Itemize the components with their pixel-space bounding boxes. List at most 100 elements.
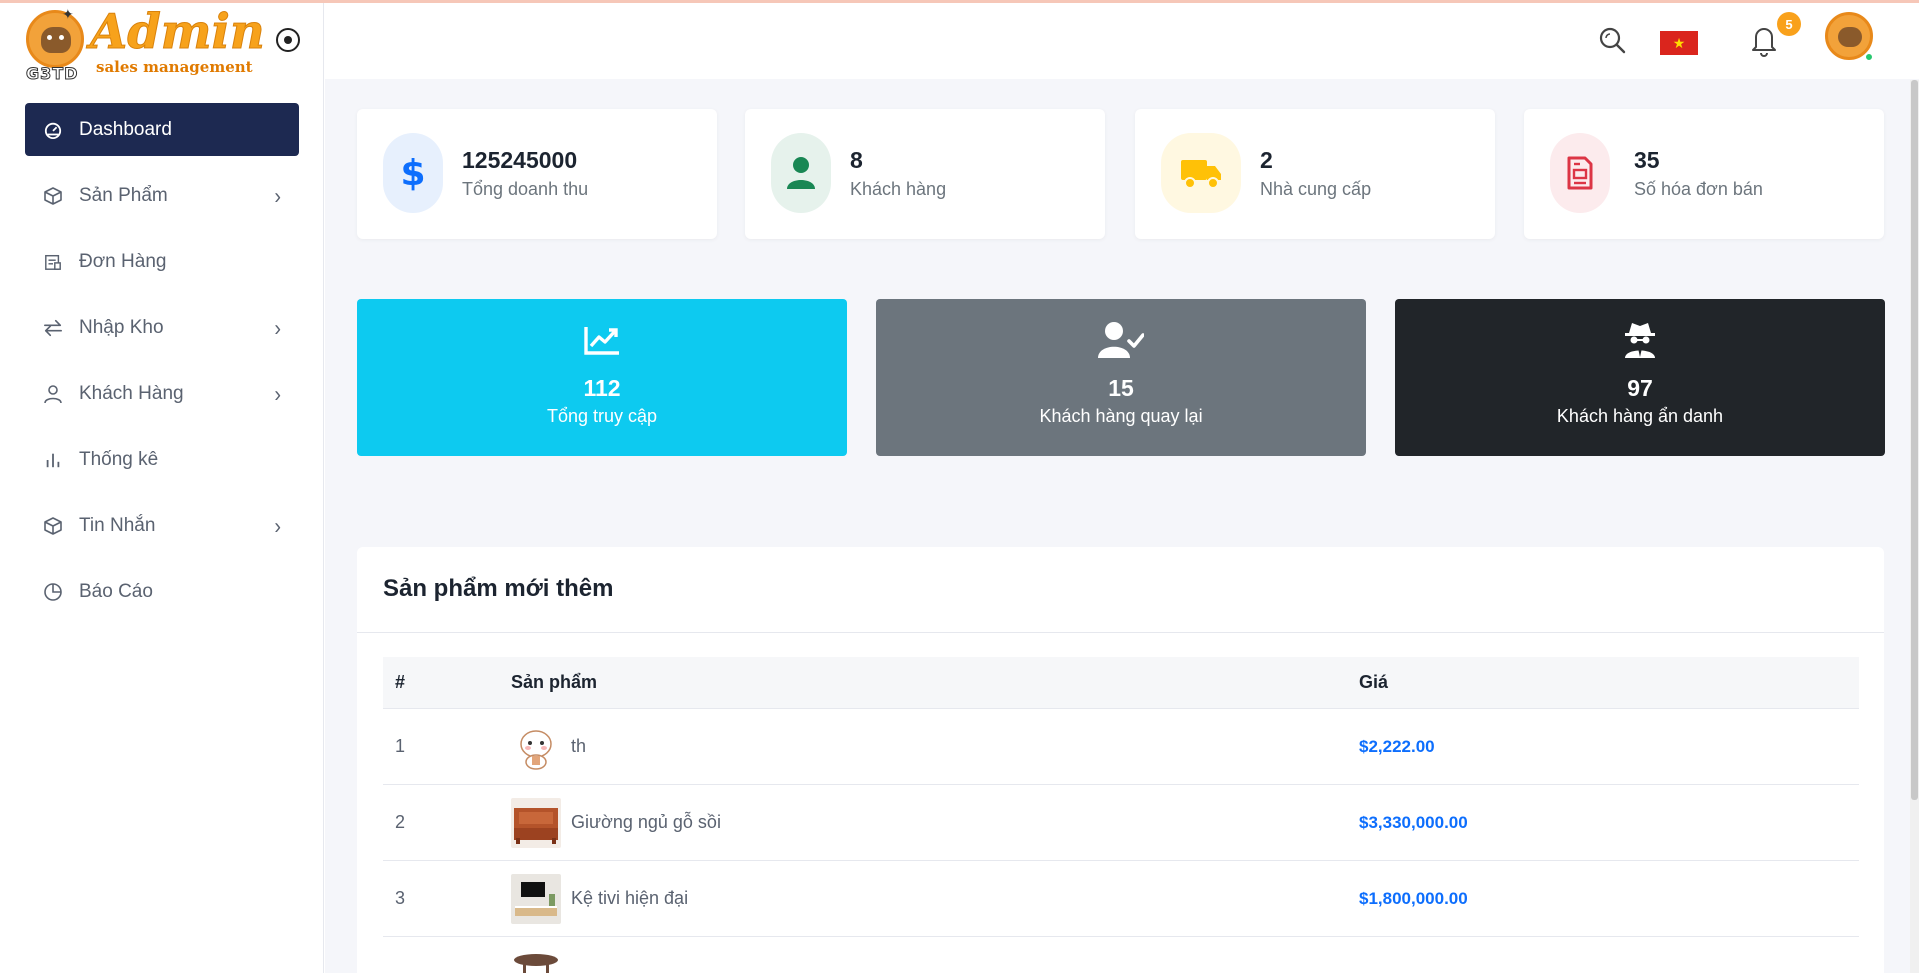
stat-value: 35 <box>1634 147 1660 173</box>
top-header: ★ 5 <box>325 3 1919 79</box>
sidebar-toggle-button[interactable] <box>276 28 300 52</box>
product-price: $3,330,000.00 <box>1359 812 1468 832</box>
sidebar-item-reports[interactable]: Báo Cáo <box>25 565 299 618</box>
stat-value: 8 <box>850 147 863 173</box>
row-number: 3 <box>395 888 406 908</box>
search-icon[interactable] <box>1597 25 1627 55</box>
invoice-icon <box>1550 133 1610 213</box>
stat-card-customers: 8 Khách hàng <box>745 109 1105 239</box>
sidebar-item-label: Báo Cáo <box>79 580 153 602</box>
table-row[interactable]: 1 th $2,222.00 <box>383 709 1859 785</box>
user-secret-icon <box>1395 321 1885 359</box>
brand-title: Admin <box>90 4 266 60</box>
transfer-icon <box>43 318 63 338</box>
row-number: 2 <box>395 812 406 832</box>
highlight-value: 15 <box>1108 375 1134 401</box>
row-number: 1 <box>395 736 406 756</box>
receipt-icon <box>43 252 63 272</box>
products-table: # Sản phẩm Giá 1 th $2,222.00 2 Giường n… <box>383 657 1859 973</box>
bell-icon[interactable] <box>1749 23 1779 57</box>
brand-badge-text: G3TD <box>25 64 79 84</box>
stat-value: 125245000 <box>462 147 578 173</box>
sidebar-item-label: Đơn Hàng <box>79 250 167 272</box>
stat-value: 2 <box>1260 147 1273 173</box>
pie-clock-icon <box>43 582 63 602</box>
column-header-product: Sản phẩm <box>511 672 598 692</box>
chevron-right-icon: › <box>274 382 281 408</box>
highlight-label: Tổng truy cập <box>546 406 658 426</box>
bar-chart-icon <box>43 450 63 470</box>
cat-sticker-thumb <box>511 721 561 772</box>
svg-text:$: $ <box>402 153 424 193</box>
user-icon <box>43 384 63 404</box>
divider <box>357 632 1884 633</box>
stat-card-suppliers: 2 Nhà cung cấp <box>1135 109 1495 239</box>
product-name: Kệ tivi hiện đại <box>571 888 689 908</box>
column-header-price: Giá <box>1359 672 1389 692</box>
table-row[interactable]: 2 Giường ngủ gỗ sồi $3,330,000.00 <box>383 785 1859 861</box>
box-icon <box>43 516 63 536</box>
sidebar-item-label: Sản Phẩm <box>79 184 168 206</box>
capybara-mascot-icon <box>26 10 84 68</box>
sidebar-item-label: Thống kê <box>79 448 159 470</box>
table-header: # Sản phẩm Giá <box>383 657 1859 709</box>
stat-card-revenue: $ 125245000 Tổng doanh thu <box>357 109 717 239</box>
highlight-card-visits: 112 Tổng truy cập <box>357 299 847 456</box>
page-scrollbar[interactable] <box>1910 80 1919 973</box>
sidebar-item-label: Tin Nhắn <box>79 514 156 536</box>
sidebar-item-messages[interactable]: Tin Nhắn › <box>25 499 299 552</box>
stat-label: Tổng doanh thu <box>462 179 589 199</box>
sidebar-item-customers[interactable]: Khách Hàng › <box>25 367 299 420</box>
highlight-value: 112 <box>583 375 621 401</box>
stat-label: Số hóa đơn bán <box>1634 179 1763 199</box>
bed-thumb <box>511 797 561 848</box>
highlight-card-anonymous: 97 Khách hàng ẩn danh <box>1395 299 1885 456</box>
vietnam-flag-icon[interactable]: ★ <box>1660 31 1698 55</box>
new-products-panel: Sản phẩm mới thêm # Sản phẩm Giá 1 th $2… <box>357 547 1884 973</box>
stat-label: Khách hàng <box>850 179 947 199</box>
sidebar-item-products[interactable]: Sản Phẩm › <box>25 169 299 222</box>
scrollbar-thumb[interactable] <box>1911 80 1918 800</box>
product-name: th <box>571 736 587 756</box>
product-name: Giường ngủ gỗ sồi <box>571 812 721 832</box>
chevron-right-icon: › <box>274 184 281 210</box>
tv-stand-thumb <box>511 873 561 924</box>
sidebar-item-label: Khách Hàng <box>79 382 184 404</box>
truck-icon <box>1161 133 1241 213</box>
column-header-number: # <box>395 672 406 692</box>
product-price: $1,800,000.00 <box>1359 888 1468 908</box>
highlight-card-returning: 15 Khách hàng quay lại <box>876 299 1366 456</box>
highlight-label: Khách hàng ẩn danh <box>1556 406 1724 426</box>
top-accent-bar <box>0 0 1919 3</box>
dashboard-icon <box>43 120 63 140</box>
sidebar-item-orders[interactable]: Đơn Hàng <box>25 235 299 288</box>
person-icon <box>771 133 831 213</box>
stat-label: Nhà cung cấp <box>1260 179 1372 199</box>
sparkle-icon: ✦ <box>62 6 74 22</box>
highlight-value: 97 <box>1627 375 1653 401</box>
box-icon <box>43 186 63 206</box>
table-row[interactable]: 3 Kệ tivi hiện đại $1,800,000.00 <box>383 861 1859 937</box>
sidebar-item-label: Nhập Kho <box>79 316 164 338</box>
sidebar: ✦ G3TD Admin sales management Dashboard … <box>0 0 324 973</box>
sidebar-nav: Dashboard Sản Phẩm › Đơn Hàng Nhập Kho › <box>25 103 299 631</box>
dollar-icon: $ <box>383 133 443 213</box>
main-content: $ 125245000 Tổng doanh thu 8 Khách hàng … <box>325 79 1919 973</box>
user-check-icon <box>876 321 1366 359</box>
chevron-right-icon: › <box>274 514 281 540</box>
sidebar-item-label: Dashboard <box>79 118 172 140</box>
notification-count-badge: 5 <box>1777 12 1801 36</box>
table-thumb <box>511 950 561 973</box>
stat-card-invoices: 35 Số hóa đơn bán <box>1524 109 1884 239</box>
brand-logo[interactable]: ✦ G3TD Admin sales management <box>25 4 266 84</box>
trend-chart-icon <box>357 321 847 359</box>
product-price: $2,222.00 <box>1359 736 1435 756</box>
sidebar-item-dashboard[interactable]: Dashboard <box>25 103 299 156</box>
highlight-label: Khách hàng quay lại <box>1039 406 1203 426</box>
brand-tagline: sales management <box>96 58 253 76</box>
chevron-right-icon: › <box>274 316 281 342</box>
panel-title: Sản phẩm mới thêm <box>383 575 614 602</box>
online-status-dot <box>1864 52 1874 62</box>
sidebar-item-statistics[interactable]: Thống kê <box>25 433 299 486</box>
sidebar-item-import[interactable]: Nhập Kho › <box>25 301 299 354</box>
